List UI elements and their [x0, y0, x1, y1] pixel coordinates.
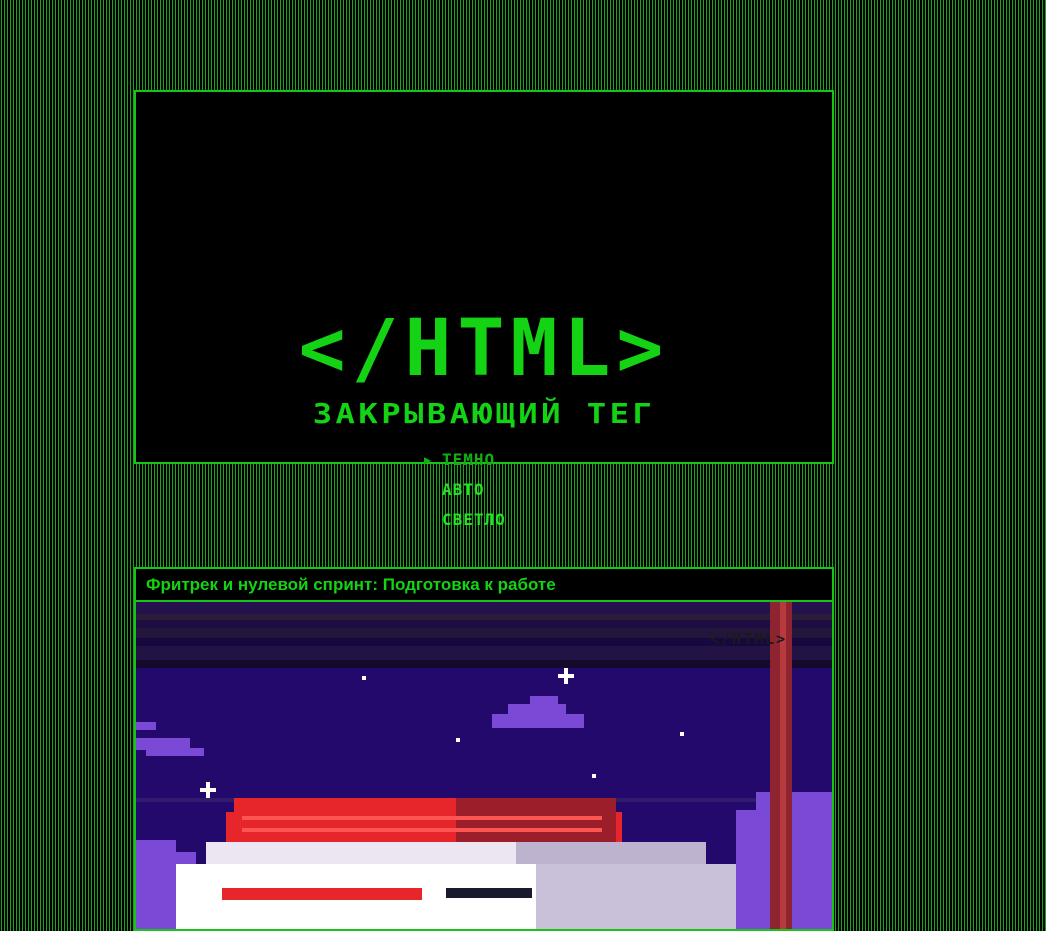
theme-option-dark-label: ТЕМНО	[442, 450, 496, 469]
tagline: ЗАКРЫВАЮЩИЙ ТЕГ	[312, 397, 656, 430]
watermark-logo: </HTML>	[710, 630, 788, 648]
selected-arrow-icon: ▶	[424, 453, 433, 467]
theme-option-dark[interactable]: ▶ ТЕМНО	[424, 448, 506, 478]
theme-option-light-label: СВЕТЛО	[442, 510, 506, 529]
article-card[interactable]: Фритрек и нулевой спринт: Подготовка к р…	[134, 567, 834, 931]
hero-banner: </HTML> ЗАКРЫВАЮЩИЙ ТЕГ ▶ ТЕМНО АВТО СВЕ…	[134, 90, 834, 529]
article-card-title[interactable]: Фритрек и нулевой спринт: Подготовка к р…	[136, 569, 832, 602]
theme-option-light[interactable]: СВЕТЛО	[424, 508, 506, 538]
article-cover-image[interactable]: </HTML>	[136, 602, 832, 929]
theme-option-auto-label: АВТО	[442, 480, 485, 499]
logo-title: </HTML>	[298, 304, 670, 394]
theme-option-auto[interactable]: АВТО	[424, 478, 506, 508]
pixel-art-illustration	[136, 602, 832, 929]
theme-menu: ▶ ТЕМНО АВТО СВЕТЛО	[424, 448, 506, 538]
